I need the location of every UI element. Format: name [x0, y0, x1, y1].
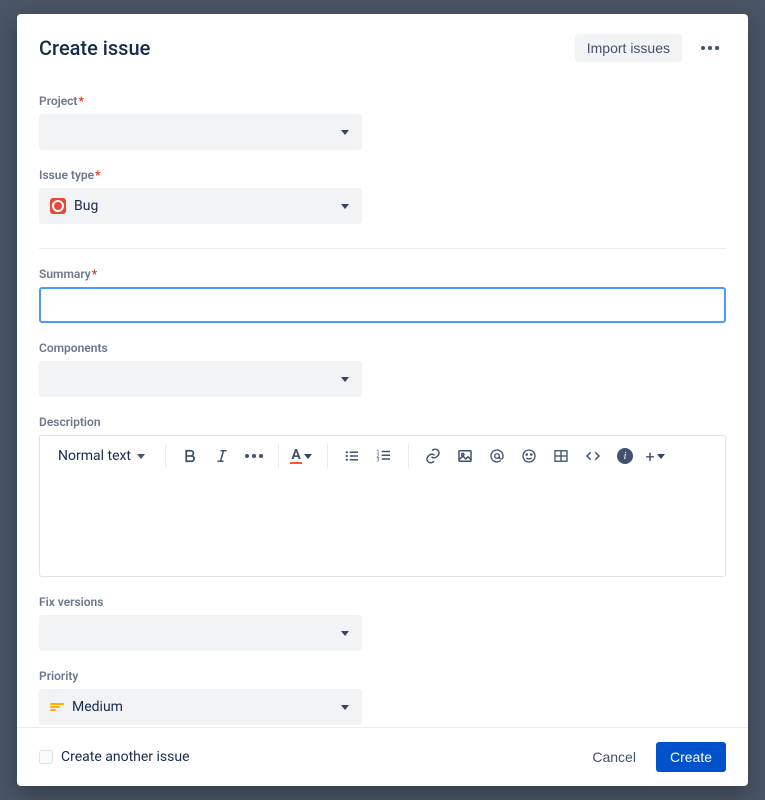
project-label: Project* — [39, 94, 726, 108]
priority-field: Priority Medium — [39, 669, 726, 725]
required-asterisk: * — [92, 267, 97, 281]
table-button[interactable] — [547, 442, 575, 470]
description-editor: Normal text A 123 — [39, 435, 726, 577]
description-label: Description — [39, 415, 726, 429]
priority-value-text: Medium — [72, 699, 123, 715]
text-style-value: Normal text — [58, 448, 131, 464]
more-actions-button[interactable] — [694, 32, 726, 64]
modal-header: Create issue Import issues — [17, 14, 748, 76]
issue-type-field: Issue type* Bug — [39, 168, 726, 224]
link-button[interactable] — [419, 442, 447, 470]
italic-button[interactable] — [208, 442, 236, 470]
components-select[interactable] — [39, 361, 362, 397]
text-color-button[interactable]: A — [289, 442, 317, 470]
required-asterisk: * — [78, 94, 83, 108]
insert-more-button[interactable]: + — [643, 442, 671, 470]
create-another-row: Create another issue — [39, 749, 582, 765]
info-button[interactable]: i — [611, 442, 639, 470]
svg-text:3: 3 — [377, 457, 380, 463]
mention-button[interactable] — [483, 442, 511, 470]
fix-versions-label: Fix versions — [39, 595, 726, 609]
chevron-down-icon — [341, 705, 349, 710]
summary-label: Summary* — [39, 267, 726, 281]
code-button[interactable] — [579, 442, 607, 470]
import-issues-button[interactable]: Import issues — [575, 34, 682, 62]
issue-type-select-value: Bug — [50, 198, 341, 214]
bold-button[interactable] — [176, 442, 204, 470]
more-formatting-button[interactable] — [240, 442, 268, 470]
plus-icon: + — [645, 447, 654, 466]
summary-label-text: Summary — [39, 267, 91, 281]
issue-type-label: Issue type* — [39, 168, 726, 182]
components-label: Components — [39, 341, 726, 355]
cancel-button[interactable]: Cancel — [582, 742, 646, 772]
description-textarea[interactable] — [40, 476, 725, 576]
emoji-button[interactable] — [515, 442, 543, 470]
modal-body[interactable]: Project* Issue type* Bug Summary* — [17, 76, 748, 727]
summary-field: Summary* — [39, 267, 726, 323]
image-button[interactable] — [451, 442, 479, 470]
bug-icon — [50, 198, 66, 214]
create-another-label: Create another issue — [61, 749, 190, 765]
fix-versions-select[interactable] — [39, 615, 362, 651]
chevron-down-icon — [341, 377, 349, 382]
issue-type-value-text: Bug — [74, 198, 98, 214]
summary-input[interactable] — [39, 287, 726, 323]
create-button[interactable]: Create — [656, 742, 726, 772]
numbered-list-button[interactable]: 123 — [370, 442, 398, 470]
issue-type-label-text: Issue type — [39, 168, 94, 182]
priority-select[interactable]: Medium — [39, 689, 362, 725]
modal-footer: Create another issue Cancel Create — [17, 727, 748, 786]
create-issue-modal: Create issue Import issues Project* Issu… — [17, 14, 748, 786]
info-icon: i — [617, 448, 633, 464]
footer-actions: Cancel Create — [582, 742, 726, 772]
chevron-down-icon — [304, 454, 312, 459]
priority-medium-icon — [50, 703, 64, 711]
bullet-list-button[interactable] — [338, 442, 366, 470]
components-field: Components — [39, 341, 726, 397]
toolbar-separator — [408, 444, 409, 468]
toolbar-separator — [278, 444, 279, 468]
chevron-down-icon — [341, 631, 349, 636]
editor-toolbar: Normal text A 123 — [40, 436, 725, 476]
required-asterisk: * — [95, 168, 100, 182]
modal-title: Create issue — [39, 36, 575, 60]
priority-label: Priority — [39, 669, 726, 683]
create-another-checkbox[interactable] — [39, 750, 53, 764]
chevron-down-icon — [657, 454, 665, 459]
project-label-text: Project — [39, 94, 77, 108]
text-style-select[interactable]: Normal text — [52, 444, 155, 468]
more-icon — [701, 46, 719, 50]
text-color-icon: A — [290, 448, 301, 464]
project-select[interactable] — [39, 114, 362, 150]
chevron-down-icon — [137, 454, 145, 459]
project-field: Project* — [39, 94, 726, 150]
priority-select-value: Medium — [50, 699, 341, 715]
issue-type-select[interactable]: Bug — [39, 188, 362, 224]
description-field: Description Normal text A — [39, 415, 726, 577]
fix-versions-field: Fix versions — [39, 595, 726, 651]
toolbar-separator — [327, 444, 328, 468]
chevron-down-icon — [341, 130, 349, 135]
section-divider — [39, 248, 726, 249]
toolbar-separator — [165, 444, 166, 468]
chevron-down-icon — [341, 204, 349, 209]
